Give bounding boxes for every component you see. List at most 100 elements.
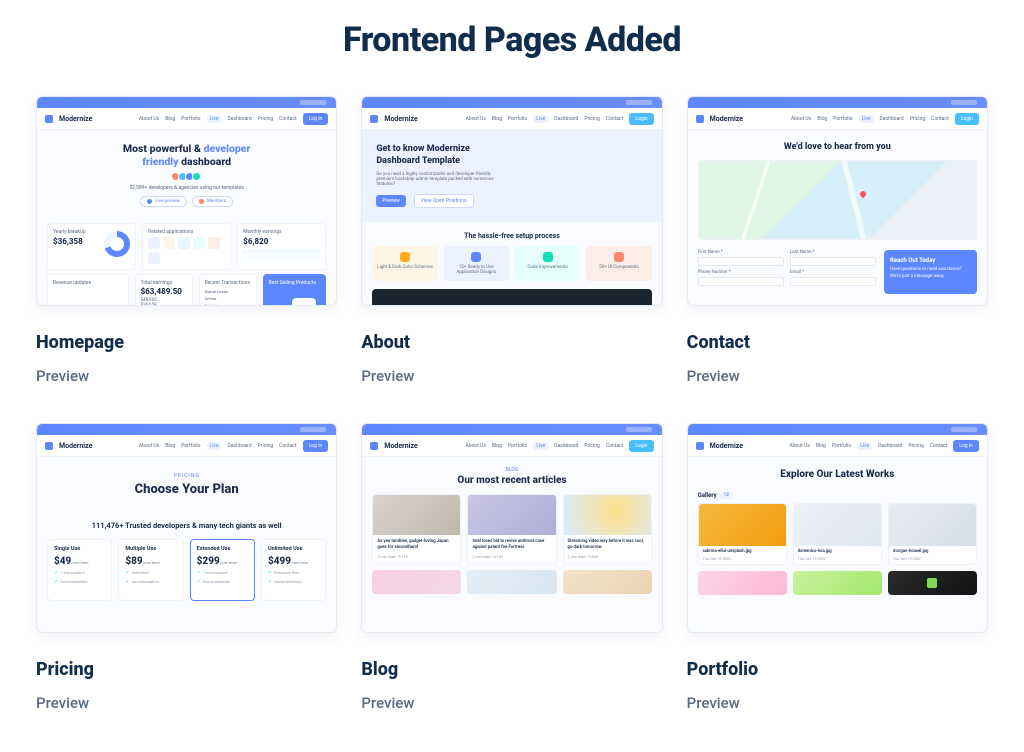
article-image: [564, 495, 651, 535]
logo-icon: [370, 115, 378, 123]
about-subtext: Do you need a highly customizable and de…: [376, 172, 506, 187]
trans-col: Recent Transactions Digital Ocean Github…: [199, 274, 257, 306]
trusted-text: 111,476+ Trusted developers & many tech …: [37, 521, 336, 531]
map-pin-icon: [858, 189, 866, 197]
blog-headline: Our most recent articles: [362, 475, 661, 486]
hero-headline: Most powerful & developer friendly dashb…: [51, 142, 322, 168]
portfolio-headline: Explore Our Latest Works: [688, 469, 987, 480]
card-title: Pricing: [36, 659, 337, 680]
pricing-hero: PRICING Choose Your Plan: [37, 457, 336, 507]
app-icons: [148, 237, 225, 264]
gallery-image: [793, 571, 882, 595]
article-image: [372, 570, 461, 594]
gallery-image: [889, 504, 976, 546]
nav-login-button: Login: [629, 440, 653, 452]
thumb-nav: Modernize About Us Blog Portfolio Live D…: [37, 108, 336, 130]
nav-badge: Live: [207, 115, 222, 123]
portfolio-hero: Explore Our Latest Works: [688, 457, 987, 488]
card-title: Portfolio: [687, 659, 988, 680]
preview-link[interactable]: Preview: [36, 367, 337, 385]
nav-links: About Us Blog Portfolio Live Dashboard P…: [139, 113, 329, 125]
setup-item: 50+ UI Components: [586, 246, 651, 281]
last-name-field: Last Name *: [790, 250, 876, 266]
gallery-image: [698, 571, 787, 595]
card-title: Blog: [361, 659, 662, 680]
logo-icon: [45, 442, 53, 450]
hero-chip: Live preview: [140, 196, 187, 207]
article-image: [373, 495, 460, 535]
logo-icon: [696, 115, 704, 123]
revenue-card: Revenue updates: [47, 274, 129, 306]
nav-login-button: Login: [629, 113, 653, 125]
email-field: Email *: [790, 270, 876, 286]
second-row: Revenue updates Total earnings $63,489.5…: [37, 270, 336, 306]
thumbnail-homepage[interactable]: Modernize About Us Blog Portfolio Live D…: [36, 96, 337, 306]
stat-yearly: Yearly breakup $36,358: [47, 223, 136, 270]
code-tab-bar: [372, 289, 651, 305]
stat-row: Yearly breakup $36,358 Related applicati…: [37, 223, 336, 270]
hero-subtext: 52,589+ developers & agencies using our …: [51, 185, 322, 191]
thumbnail-about[interactable]: Modernize About Us Blog Portfolio Live D…: [361, 96, 662, 306]
nav-login-button: Log In: [303, 440, 329, 452]
article-image: [468, 495, 555, 535]
gallery-row: sabrina-ellul-unsplash.jpg Thu, Dec 15 2…: [688, 503, 987, 565]
thumbnail-portfolio[interactable]: Modernize About Us Blog Portfolio Live D…: [687, 423, 988, 633]
setup-item: Code Improvements: [515, 246, 580, 281]
nav-link: Pricing: [258, 116, 273, 122]
nav-link: Contact: [279, 116, 296, 122]
bar-chart-icon: [56, 291, 120, 306]
contact-form: First Name * Last Name * Phone Number * …: [688, 246, 987, 298]
card-homepage: Modernize About Us Blog Portfolio Live D…: [36, 96, 337, 385]
pricing-headline: Choose Your Plan: [51, 482, 322, 497]
preview-link[interactable]: Preview: [36, 694, 337, 712]
hero-chip: Members: [192, 196, 233, 207]
nav-login-button: Log In: [303, 113, 329, 125]
thumbnail-blog[interactable]: Modernize About Us Blog Portfolio Live D…: [361, 423, 662, 633]
card-title: Homepage: [36, 332, 337, 353]
card-title: Contact: [687, 332, 988, 353]
gallery-image: [794, 504, 881, 546]
avatar-group: [51, 172, 322, 181]
article-card: As yen tumbles, gadget-loving Japan goes…: [372, 494, 461, 564]
gallery-row-2: [688, 565, 987, 595]
gallery-item: sabrina-ellul-unsplash.jpg Thu, Dec 15 2…: [698, 503, 787, 565]
video-col: Best Selling Products: [263, 274, 327, 306]
map-preview: [698, 160, 977, 240]
brand-text: Modernize: [59, 115, 92, 123]
about-headline: Get to know Modernize Dashboard Template: [376, 144, 496, 167]
nav-login-button: Log In: [953, 440, 979, 452]
cards-grid: Modernize About Us Blog Portfolio Live D…: [36, 96, 988, 712]
gallery-count-badge: 12: [720, 492, 733, 499]
phone-field: Phone Number *: [698, 270, 784, 286]
card-pricing: Modernize About Us Blog Portfolio Live D…: [36, 423, 337, 712]
contact-headline: We'd love to hear from you: [702, 142, 973, 152]
nav-link: Portfolio: [181, 116, 200, 122]
gallery-image: [699, 504, 786, 546]
card-portfolio: Modernize About Us Blog Portfolio Live D…: [687, 423, 988, 712]
nav-link: About Us: [139, 116, 159, 122]
thumbnail-pricing[interactable]: Modernize About Us Blog Portfolio Live D…: [36, 423, 337, 633]
preview-link[interactable]: Preview: [361, 694, 662, 712]
setup-item: 12+ Ready to Use Application Designs: [444, 246, 509, 281]
earnings-card: Total earnings $63,489.50 $48,965 $36,65…: [135, 274, 193, 306]
thumb-top-bar: [37, 97, 336, 108]
gallery-image: [888, 571, 977, 595]
preview-link[interactable]: Preview: [687, 694, 988, 712]
article-image: [563, 570, 652, 594]
transactions-card: Recent Transactions Digital Ocean Github…: [199, 274, 257, 306]
preview-link[interactable]: Preview: [361, 367, 662, 385]
gallery-item: domenico-loia.jpg Thu, Dec 15 2022: [793, 503, 882, 565]
thumbnail-contact[interactable]: Modernize About Us Blog Portfolio Live D…: [687, 96, 988, 306]
card-blog: Modernize About Us Blog Portfolio Live D…: [361, 423, 662, 712]
article-card: Streaming video way before it was cool, …: [563, 494, 652, 564]
setup-item: Light & Dark Color Schemes: [372, 246, 437, 281]
contact-cta: Reach Out Today Have questions or need a…: [884, 250, 977, 294]
card-about: Modernize About Us Blog Portfolio Live D…: [361, 96, 662, 385]
setup-title: The hassle-free setup process: [362, 232, 661, 240]
preview-link[interactable]: Preview: [687, 367, 988, 385]
stat-monthly: Monthly earnings $6,820: [237, 223, 326, 270]
stat-related: Related applications: [142, 223, 231, 270]
about-btn-outline: View Open Positions: [414, 194, 474, 208]
article-image: [467, 570, 556, 594]
donut-chart-icon: [104, 231, 130, 257]
